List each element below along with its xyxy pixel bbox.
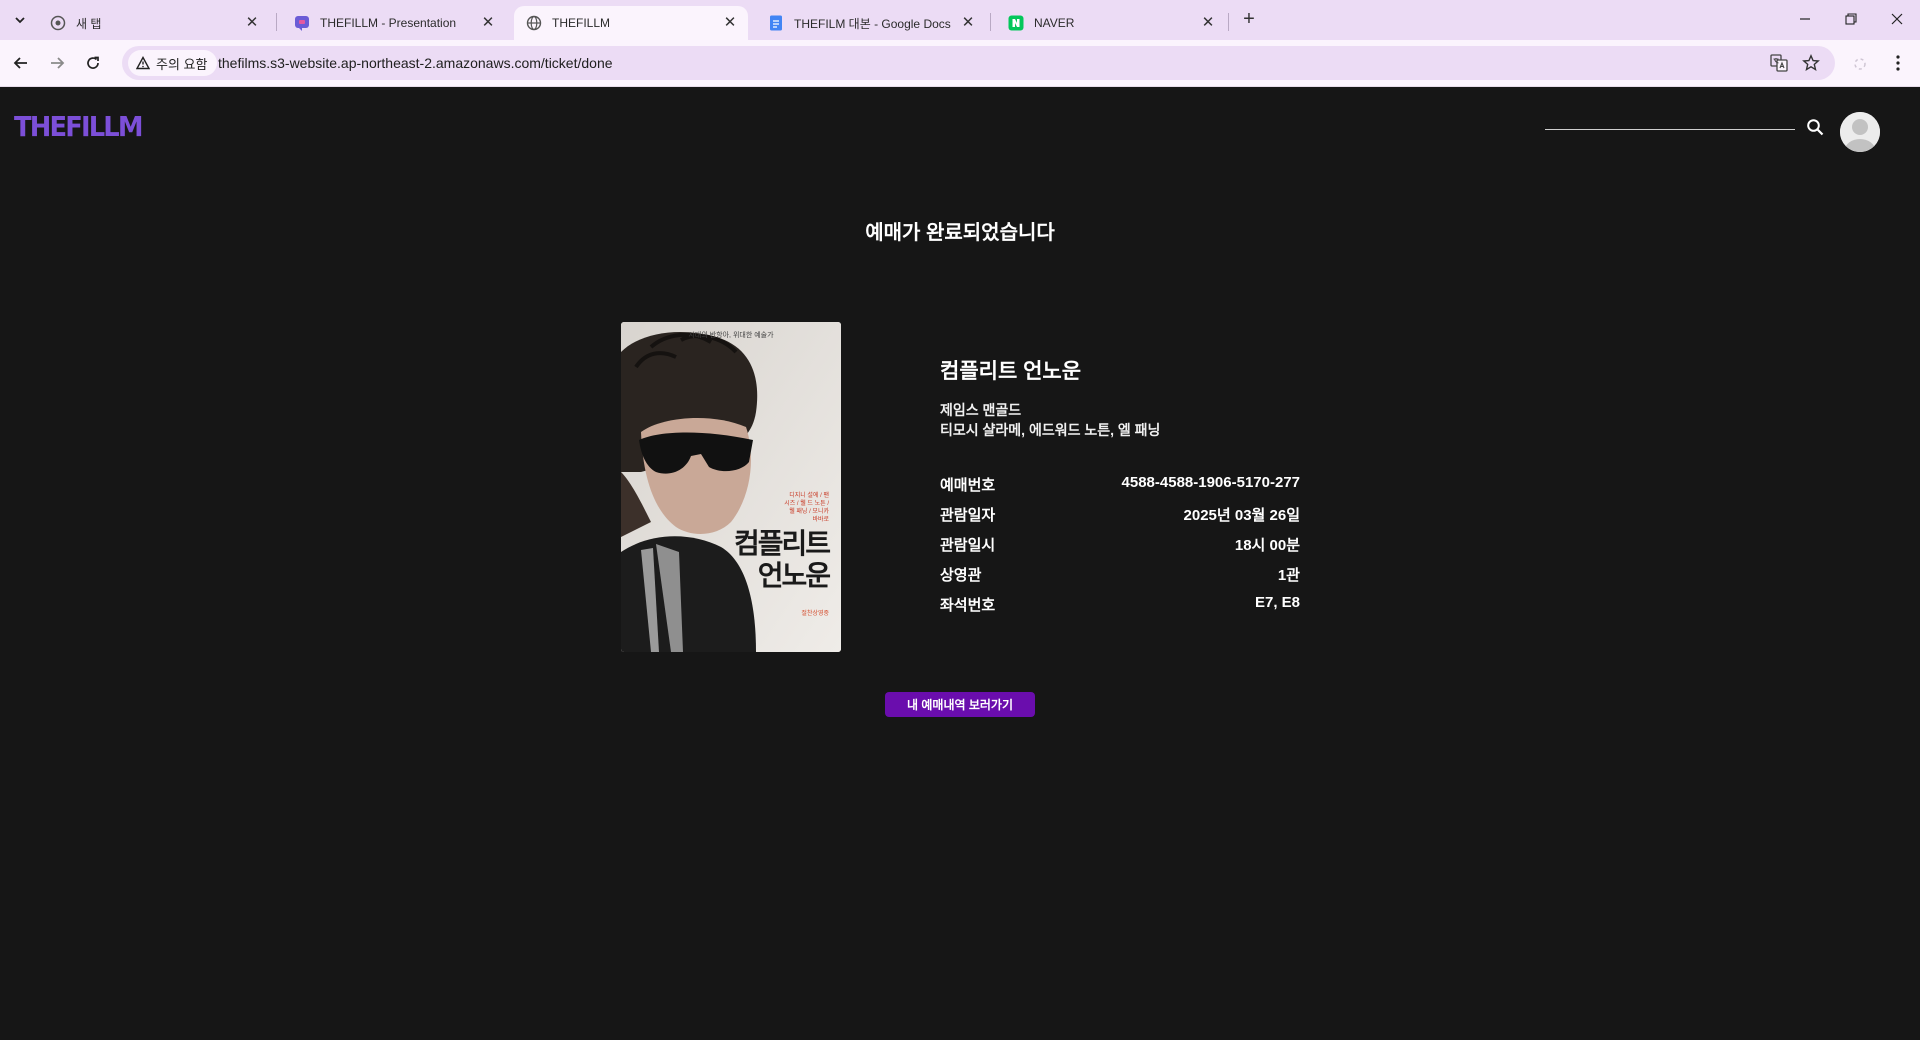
- tab-presentation[interactable]: THEFILLM - Presentation ✕: [282, 6, 506, 40]
- movie-poster: 시대의 반항아, 위대한 예술가 디지니 설에 / 팬 시즈 / 웰 드 노튼 …: [621, 322, 841, 652]
- site-header: THEFILLM: [0, 88, 1920, 168]
- globe-icon: [526, 15, 542, 31]
- restore-button[interactable]: [1834, 6, 1868, 32]
- tab-new-tab[interactable]: 새 탭 ✕: [38, 6, 270, 40]
- view-my-bookings-button[interactable]: 내 예매내역 보러가기: [885, 692, 1035, 717]
- search-icon: [1807, 119, 1824, 136]
- minimize-icon: [1800, 18, 1810, 20]
- restore-icon: [1845, 13, 1857, 25]
- ticket-value: 2025년 03월 26일: [1183, 507, 1300, 524]
- ticket-value: 1관: [1277, 567, 1300, 584]
- bookmark-star-icon[interactable]: [1801, 53, 1821, 73]
- user-icon: [1840, 112, 1880, 152]
- chrome-icon: [50, 15, 66, 31]
- close-window-button[interactable]: [1880, 6, 1914, 32]
- kebab-menu-icon: [1896, 55, 1900, 71]
- tab-google-docs[interactable]: THEFILM 대본 - Google Docs ✕: [756, 6, 986, 40]
- chevron-down-icon: [15, 17, 25, 24]
- security-chip[interactable]: 주의 요함: [128, 50, 218, 76]
- ticket-row-seats: 좌석번호 E7, E8: [940, 594, 1300, 616]
- ticket-row-theater: 상영관 1관: [940, 564, 1300, 586]
- ticket-value: E7, E8: [1254, 594, 1300, 611]
- translate-icon[interactable]: [1769, 53, 1789, 73]
- close-tab-icon[interactable]: ✕: [722, 15, 738, 31]
- ticket-row-date: 관람일자 2025년 03월 26일: [940, 504, 1300, 526]
- naver-icon: [1008, 15, 1024, 31]
- tab-title: THEFILLM - Presentation: [320, 16, 457, 30]
- ticket-row-time: 관람일시 18시 00분: [940, 534, 1300, 556]
- ticket-label: 예매번호: [940, 477, 996, 494]
- tab-divider: [990, 13, 991, 31]
- address-bar[interactable]: 주의 요함 thefilms.s3-website.ap-northeast-2…: [122, 46, 1835, 80]
- ticket-label: 관람일자: [940, 507, 996, 524]
- warning-icon: [136, 56, 150, 70]
- tab-divider: [276, 13, 277, 31]
- close-tab-icon[interactable]: ✕: [960, 15, 976, 31]
- ticket-label: 관람일시: [940, 537, 996, 554]
- poster-title: 컴플리트 언노운: [733, 528, 831, 592]
- ticket-value: 4588-4588-1906-5170-277: [1121, 474, 1300, 491]
- poster-title-line2: 언노운: [757, 560, 831, 591]
- tab-divider: [1228, 13, 1229, 31]
- google-docs-icon: [768, 15, 784, 31]
- poster-artwork: [621, 322, 841, 652]
- new-tab-button[interactable]: +: [1235, 8, 1263, 32]
- arrow-left-icon: [13, 57, 27, 69]
- forward-button[interactable]: [44, 50, 70, 76]
- movie-cast: 티모시 샬라메, 에드워드 노튼, 엘 패닝: [940, 422, 1161, 438]
- tab-search-button[interactable]: [9, 9, 31, 31]
- ticket-value: 18시 00분: [1234, 537, 1300, 554]
- close-tab-icon[interactable]: ✕: [244, 15, 260, 31]
- search-input[interactable]: [1545, 108, 1795, 130]
- ticket-label: 상영관: [940, 567, 982, 584]
- poster-title-line1: 컴플리트: [733, 528, 831, 559]
- close-tab-icon[interactable]: ✕: [480, 15, 496, 31]
- tab-title: THEFILM 대본 - Google Docs: [794, 16, 951, 31]
- browser-toolbar: 주의 요함 thefilms.s3-website.ap-northeast-2…: [0, 40, 1920, 87]
- extension-loading-icon[interactable]: [1850, 54, 1870, 74]
- arrow-right-icon: [51, 57, 65, 69]
- browser-tab-bar: 새 탭 ✕ THEFILLM - Presentation ✕ THEFILLM…: [0, 0, 1920, 40]
- poster-tagline: 시대의 반항아, 위대한 예술가: [688, 332, 774, 339]
- tab-title: NAVER: [1034, 16, 1075, 30]
- reload-button[interactable]: [80, 50, 106, 76]
- user-avatar[interactable]: [1840, 112, 1880, 152]
- back-button[interactable]: [8, 50, 34, 76]
- page-title: 예매가 완료되었습니다: [865, 222, 1055, 244]
- reload-icon: [87, 56, 99, 69]
- search-button[interactable]: [1803, 115, 1827, 139]
- browser-menu-button[interactable]: [1888, 50, 1908, 76]
- movie-director: 제임스 맨골드: [940, 402, 1022, 418]
- ticket-label: 좌석번호: [940, 597, 996, 614]
- site-logo[interactable]: THEFILLM: [14, 110, 144, 143]
- poster-credits: 디지니 설에 / 팬 시즈 / 웰 드 노튼 / 웰 패닝 / 모니카 바바로: [784, 493, 829, 523]
- tab-naver[interactable]: NAVER ✕: [996, 6, 1226, 40]
- close-tab-icon[interactable]: ✕: [1200, 15, 1216, 31]
- close-icon: [1891, 13, 1903, 25]
- poster-footer: 절찬상영중: [801, 611, 829, 617]
- tab-title: 새 탭: [76, 16, 102, 31]
- security-chip-label: 주의 요함: [156, 56, 208, 72]
- tab-thefillm[interactable]: THEFILLM ✕: [514, 6, 748, 40]
- tab-title: THEFILLM: [552, 16, 611, 30]
- ticket-row-booking-number: 예매번호 4588-4588-1906-5170-277: [940, 474, 1300, 496]
- minimize-button[interactable]: [1788, 6, 1822, 32]
- movie-title: 컴플리트 언노운: [940, 360, 1082, 383]
- presentation-icon: [294, 15, 310, 31]
- url-text[interactable]: thefilms.s3-website.ap-northeast-2.amazo…: [218, 46, 613, 80]
